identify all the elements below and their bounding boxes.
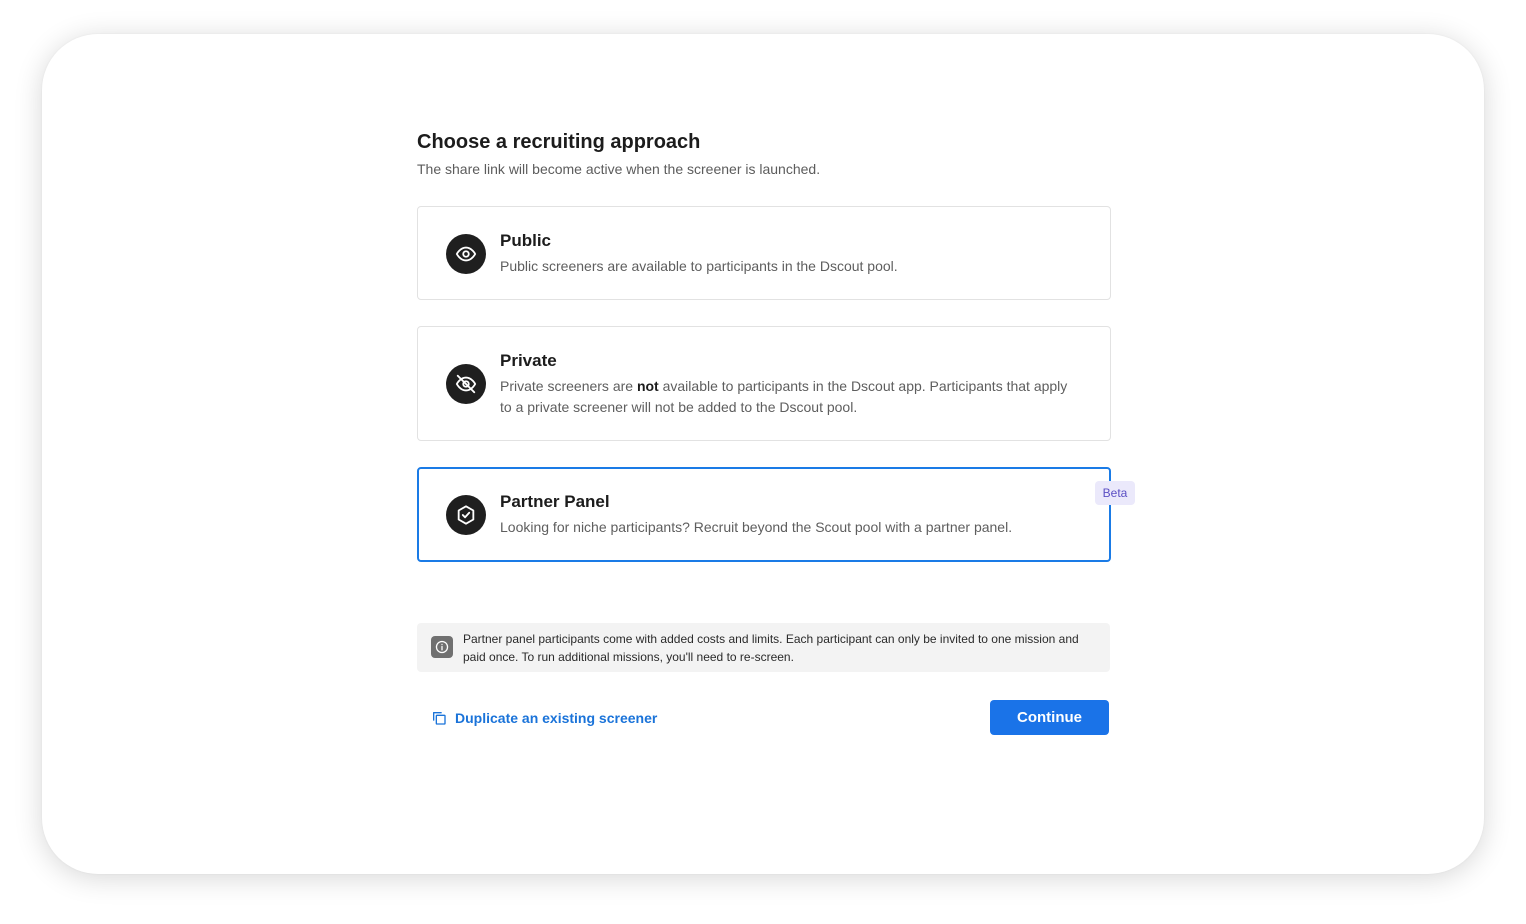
option-description: Public screeners are available to partic… bbox=[500, 258, 898, 274]
option-card-private[interactable]: Private Private screeners are not availa… bbox=[417, 326, 1111, 441]
eye-off-icon bbox=[446, 364, 486, 404]
option-card-partner-panel[interactable]: Partner Panel Looking for niche particip… bbox=[417, 467, 1135, 562]
beta-badge: Beta bbox=[1095, 481, 1135, 505]
copy-icon bbox=[431, 710, 447, 726]
option-description: Looking for niche participants? Recruit … bbox=[500, 519, 1013, 535]
option-title: Public bbox=[500, 231, 552, 250]
info-icon bbox=[431, 636, 453, 658]
recruiting-approach-panel: Choose a recruiting approach The share l… bbox=[417, 130, 1135, 735]
option-card-public[interactable]: Public Public screeners are available to… bbox=[417, 206, 1111, 300]
option-description: Private screeners are not available to p… bbox=[500, 378, 1068, 415]
notice-text: Partner panel participants come with add… bbox=[463, 632, 1079, 664]
option-title: Private bbox=[500, 351, 557, 370]
shield-check-icon bbox=[446, 495, 486, 535]
option-title: Partner Panel bbox=[500, 492, 610, 511]
duplicate-screener-link[interactable]: Duplicate an existing screener bbox=[431, 708, 657, 728]
duplicate-label: Duplicate an existing screener bbox=[455, 710, 658, 726]
page-subtitle: The share link will become active when t… bbox=[417, 161, 821, 177]
modal-frame: Choose a recruiting approach The share l… bbox=[42, 34, 1484, 874]
page-title: Choose a recruiting approach bbox=[417, 131, 701, 153]
info-notice: Partner panel participants come with add… bbox=[417, 623, 1110, 672]
continue-button[interactable]: Continue bbox=[990, 700, 1109, 735]
eye-icon bbox=[446, 234, 486, 274]
